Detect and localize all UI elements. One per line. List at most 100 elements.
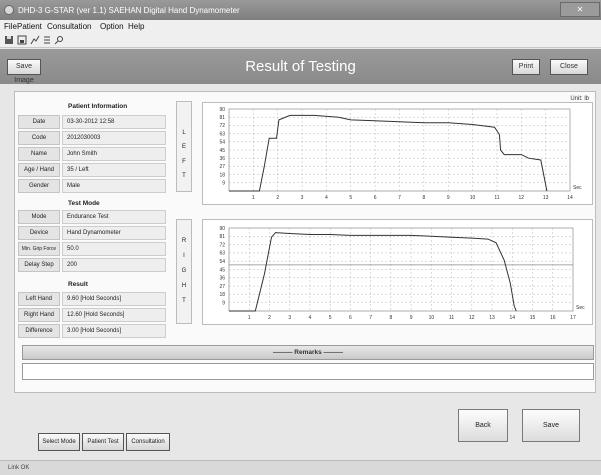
x-tick-label: 3	[288, 315, 291, 321]
x-tick-label: 5	[329, 315, 332, 321]
x-tick-label: 4	[309, 315, 312, 321]
y-tick-label: 36	[219, 276, 225, 282]
x-tick-label: 8	[389, 315, 392, 321]
x-tick-label: 12	[469, 315, 475, 321]
save-icon[interactable]	[17, 35, 27, 45]
field-left-hand: Left Hand 9.60 [Hold Seconds]	[18, 292, 166, 306]
x-tick-label: 12	[519, 195, 525, 201]
y-tick-label: 72	[219, 242, 225, 248]
toolbar	[0, 33, 601, 48]
consultation-button[interactable]: Consultation	[126, 433, 170, 451]
field-gender: Gender Male	[18, 179, 166, 193]
back-button[interactable]: Back	[458, 409, 508, 442]
title-bar: DHD-3 G-STAR (ver 1.1) SAEHAN Digital Ha…	[0, 0, 601, 20]
test-mode-heading: Test Mode	[68, 200, 100, 207]
right-hand-chart: 9 18 27 36 45 54 63 72 81 90 1 2 3 4 5 6 7 8 9 10 11 12 13 14 15…	[202, 219, 593, 325]
left-hand-chart-svg: 91827364554637281901 2 3 4 5 6 7 8 9 10 11 12 13 14Se…	[219, 107, 582, 201]
y-tick-label: 18	[219, 292, 225, 298]
disk-icon[interactable]	[4, 35, 14, 45]
window-close-button[interactable]: ✕	[560, 2, 600, 17]
menu-file[interactable]: File	[4, 22, 17, 31]
y-tick-label: 18	[219, 172, 225, 178]
window-title: DHD-3 G-STAR (ver 1.1) SAEHAN Digital Ha…	[18, 6, 240, 15]
y-tick-label: 54	[219, 259, 225, 265]
menu-patient[interactable]: Patient	[17, 22, 42, 31]
x-tick-label: 2	[276, 195, 279, 201]
y-tick-label: 63	[219, 251, 225, 257]
menu-option[interactable]: Option	[100, 22, 124, 31]
x-tick-label: 4	[325, 195, 328, 201]
x-axis-label: Sec	[576, 305, 585, 311]
x-tick-label: 13	[489, 315, 495, 321]
right-hand-label: R I G H T	[176, 219, 192, 324]
print-button[interactable]: Print	[512, 59, 540, 75]
y-tick-label: 36	[219, 156, 225, 162]
x-tick-label: 10	[470, 195, 476, 201]
menu-consultation[interactable]: Consultation	[47, 22, 91, 31]
field-code: Code 2012030003	[18, 131, 166, 145]
y-tick-label: 27	[219, 284, 225, 290]
app-icon	[4, 5, 14, 15]
field-date: Date 03-30-2012 12:58	[18, 115, 166, 129]
select-mode-button[interactable]: Select Mode	[38, 433, 80, 451]
x-tick-label: 9	[410, 315, 413, 321]
field-min-grip-force: Min. Grip Force 50.0	[18, 242, 166, 256]
field-difference: Difference 3.00 [Hold Seconds]	[18, 324, 166, 338]
x-tick-label: 15	[530, 315, 536, 321]
y-tick-label: 81	[219, 115, 225, 121]
y-tick-label: 81	[219, 234, 225, 240]
y-tick-label: 72	[219, 123, 225, 129]
y-tick-label: 9	[222, 181, 225, 187]
x-tick-label: 6	[374, 195, 377, 201]
remarks-header: ——— Remarks ———	[22, 345, 594, 360]
close-button[interactable]: Close	[550, 59, 588, 75]
x-tick-label: 7	[398, 195, 401, 201]
list-icon[interactable]	[42, 35, 52, 45]
x-tick-label: 13	[543, 195, 549, 201]
remarks-field[interactable]	[22, 363, 594, 380]
field-device: Device Hand Dynamometer	[18, 226, 166, 240]
y-tick-label: 90	[219, 107, 225, 113]
x-tick-label: 10	[429, 315, 435, 321]
x-tick-label: 6	[349, 315, 352, 321]
field-right-hand: Right Hand 12.60 [Hold Seconds]	[18, 308, 166, 322]
field-delay-step: Delay Step 200	[18, 258, 166, 272]
y-tick-label: 9	[222, 301, 225, 307]
app-window: DHD-3 G-STAR (ver 1.1) SAEHAN Digital Ha…	[0, 0, 601, 475]
patient-info-heading: Patient Information	[68, 103, 128, 110]
x-axis-label: Sec	[573, 185, 582, 191]
x-tick-label: 8	[422, 195, 425, 201]
y-tick-label: 54	[219, 140, 225, 146]
page-title: Result of Testing	[245, 58, 356, 75]
menu-help[interactable]: Help	[128, 22, 144, 31]
x-tick-label: 17	[570, 315, 576, 321]
x-tick-label: 11	[494, 195, 499, 201]
header-bar: Save Image Result of Testing Print Close	[0, 49, 601, 84]
status-bar: Link OK	[0, 460, 601, 475]
field-age-hand: Age / Hand 35 / Left	[18, 163, 166, 177]
left-hand-label: L E F T	[176, 101, 192, 192]
result-heading: Result	[68, 281, 88, 288]
y-tick-label: 45	[219, 148, 225, 154]
y-tick-label: 27	[219, 164, 225, 170]
x-tick-label: 7	[369, 315, 372, 321]
x-tick-label: 3	[301, 195, 304, 201]
x-tick-label: 14	[510, 315, 516, 321]
field-mode: Mode Endurance Test	[18, 210, 166, 224]
y-tick-label: 45	[219, 267, 225, 273]
x-tick-label: 1	[252, 195, 255, 201]
menu-bar: File Patient Consultation Option Help	[0, 20, 601, 33]
chart-icon[interactable]	[30, 35, 40, 45]
patient-test-button[interactable]: Patient Test	[82, 433, 124, 451]
x-tick-label: 11	[449, 315, 454, 321]
x-tick-label: 1	[248, 315, 251, 321]
right-hand-chart-svg: 91827364554637281901 2 3 4 5 6 7 8 9 10 11 12 13 14 15…	[219, 226, 585, 321]
save-button[interactable]: Save	[522, 409, 580, 442]
y-tick-label: 90	[219, 226, 225, 232]
search-icon[interactable]	[54, 35, 64, 45]
x-tick-label: 14	[567, 195, 573, 201]
y-tick-label: 63	[219, 131, 225, 137]
field-name: Name John Smith	[18, 147, 166, 161]
left-hand-chart: 9 18 27 36 45 54 63 72 81 90 1 2 3 4 5 6 7 8 9 10 11 12 13 14 Se…	[202, 102, 593, 205]
x-tick-label: 16	[550, 315, 556, 321]
